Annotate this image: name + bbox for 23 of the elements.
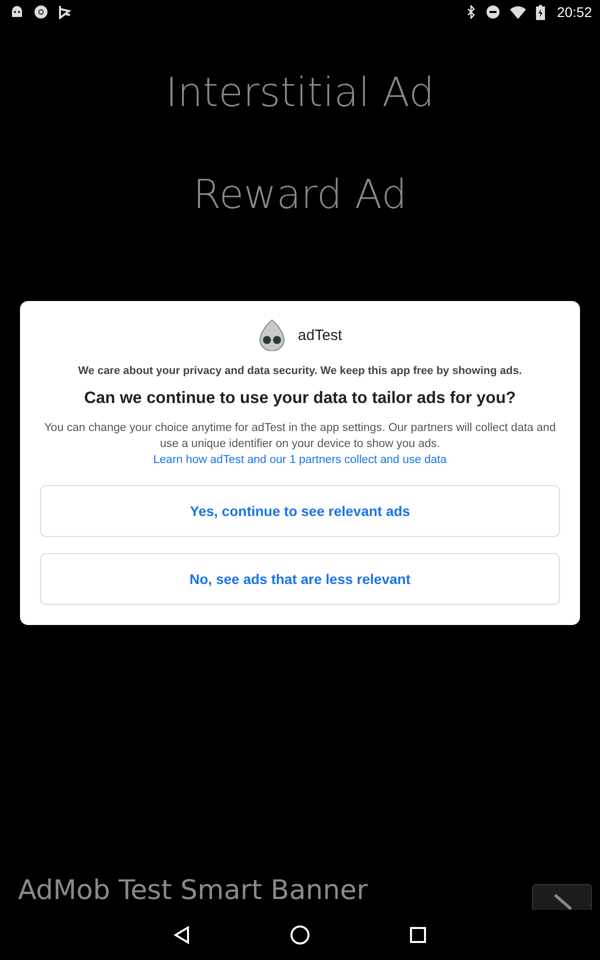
consent-option-button[interactable]: Yes, continue to see relevant ads	[40, 485, 560, 537]
consent-question: Can we continue to use your data to tailor ads for you?	[84, 389, 516, 408]
bluetooth-icon	[466, 5, 476, 19]
wifi-icon	[510, 6, 526, 18]
consent-option-button[interactable]: No, see ads that are less relevant	[40, 553, 560, 605]
learn-more-link[interactable]: Learn how adTest and our 1 partners collect and use data	[153, 454, 447, 466]
home-icon[interactable]	[290, 925, 310, 945]
consent-description: You can change your choice anytime for adTest in the app settings. Our partners will collect data and use a unique identifier on your device to show you ads. Learn how adTest and our 1 partners collect and use data	[43, 421, 557, 468]
ad-button[interactable]: Reward Ad	[193, 160, 407, 230]
egg-mascot-icon	[258, 319, 286, 351]
back-icon[interactable]	[174, 926, 190, 944]
banner-ad-label: AdMob Test Smart Banner	[18, 875, 368, 908]
banner-button[interactable]	[532, 884, 592, 910]
do-not-disturb-icon	[486, 5, 500, 19]
recents-icon[interactable]	[410, 927, 426, 943]
android-icon	[10, 5, 24, 19]
privacy-intro: We care about your privacy and data security. We keep this app free by showing ads.	[78, 365, 522, 377]
browser-icon	[34, 5, 48, 19]
app-name: adTest	[298, 326, 342, 344]
clock-time: 20:52	[556, 4, 592, 20]
battery-icon	[536, 4, 545, 20]
ad-button[interactable]: Interstitial Ad	[166, 58, 434, 128]
slash-icon	[554, 894, 572, 910]
